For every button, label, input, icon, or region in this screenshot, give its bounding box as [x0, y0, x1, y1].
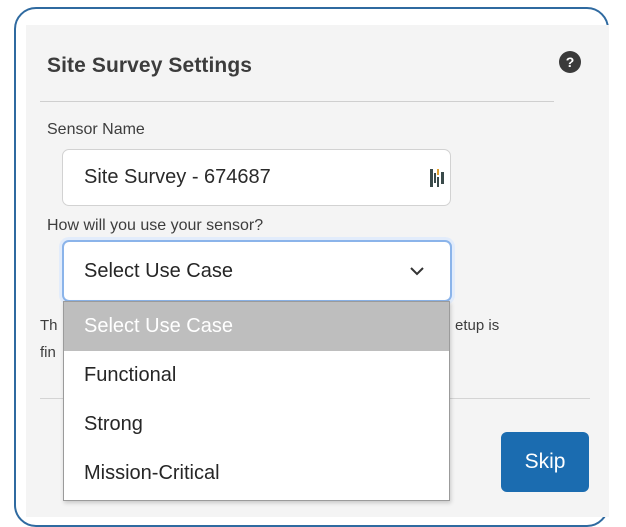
dialog-title: Site Survey Settings	[47, 54, 253, 77]
header-divider	[40, 101, 554, 102]
help-text-fragment: Th	[40, 317, 58, 334]
dropdown-option[interactable]: Select Use Case	[64, 302, 449, 351]
use-case-selected-value: Select Use Case	[84, 260, 233, 282]
use-case-select[interactable]: Select Use Case	[62, 240, 452, 302]
skip-button[interactable]: Skip	[501, 432, 589, 492]
barcode-icon[interactable]	[430, 169, 444, 187]
dropdown-option[interactable]: Strong	[64, 400, 449, 449]
sensor-name-value: Site Survey - 674687	[84, 166, 271, 188]
help-text-fragment: etup is	[455, 317, 500, 334]
dropdown-option[interactable]: Functional	[64, 351, 449, 400]
chevron-down-icon	[410, 267, 424, 276]
use-case-dropdown-list: Select Use Case Functional Strong Missio…	[63, 301, 450, 501]
help-text-fragment: fin	[40, 344, 56, 361]
help-icon[interactable]: ?	[559, 51, 581, 73]
sensor-name-field[interactable]: Site Survey - 674687	[62, 149, 451, 206]
sensor-name-label: Sensor Name	[47, 121, 145, 138]
use-case-label: How will you use your sensor?	[47, 217, 264, 234]
dropdown-option[interactable]: Mission-Critical	[64, 449, 449, 498]
